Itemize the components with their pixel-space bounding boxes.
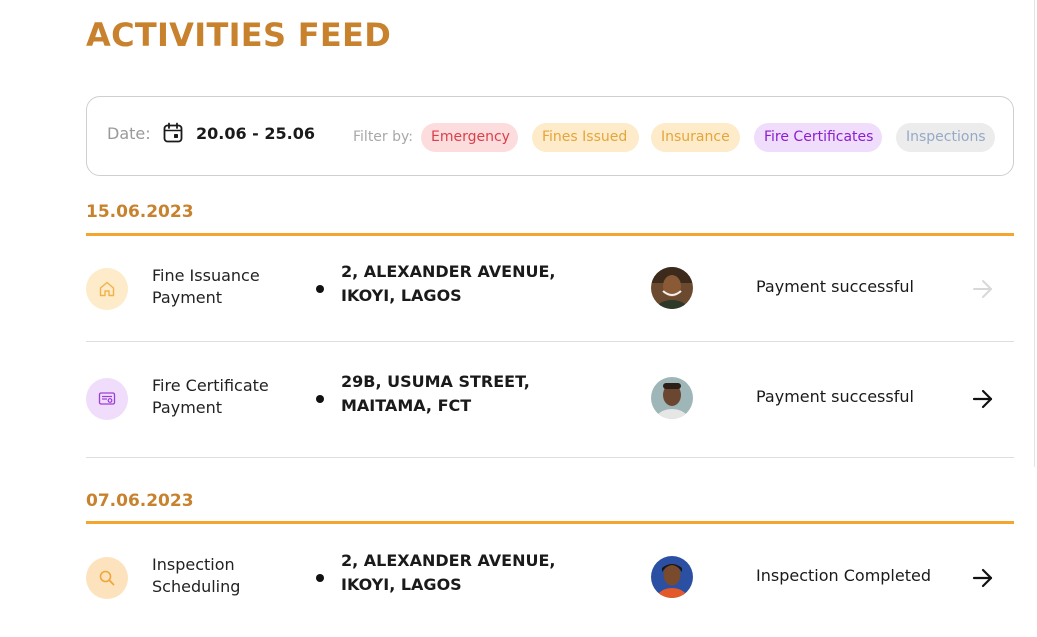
avatar <box>651 267 693 309</box>
activity-status: Payment successful <box>756 277 914 296</box>
bullet-dot <box>316 285 324 293</box>
avatar <box>651 556 693 598</box>
arrow-right-icon[interactable] <box>970 276 996 302</box>
activity-status: Inspection Completed <box>756 566 931 585</box>
activity-title: Fire Certificate Payment <box>152 376 269 417</box>
arrow-right-icon[interactable] <box>970 386 996 412</box>
date-range[interactable]: 20.06 - 25.06 <box>196 124 315 143</box>
search-icon <box>86 557 128 599</box>
filter-chip-inspections[interactable]: Inspections <box>896 123 995 152</box>
section-divider <box>86 521 1014 524</box>
filter-label: Filter by: <box>353 129 413 145</box>
filter-bar: Date: 20.06 - 25.06 Filter by: Emergency… <box>86 96 1014 176</box>
section-divider <box>86 233 1014 236</box>
activity-address: 29B, USUMA STREET, MAITAMA, FCT <box>341 372 530 415</box>
row-divider <box>86 341 1014 342</box>
section-date: 15.06.2023 <box>86 202 194 222</box>
home-icon <box>86 268 128 310</box>
bullet-dot <box>316 574 324 582</box>
activity-status: Payment successful <box>756 387 914 406</box>
activity-address: 2, ALEXANDER AVENUE, IKOYI, LAGOS <box>341 262 556 305</box>
bullet-dot <box>316 395 324 403</box>
activity-title: Fine Issuance Payment <box>152 266 260 307</box>
date-label: Date: <box>107 124 151 143</box>
page-title: ACTIVITIES FEED <box>86 16 392 54</box>
activity-row[interactable]: Fire Certificate Payment 29B, USUMA STRE… <box>86 359 1014 439</box>
filter-chip-emergency[interactable]: Emergency <box>421 123 518 152</box>
filter-chip-insurance[interactable]: Insurance <box>651 123 740 152</box>
activity-title: Inspection Scheduling <box>152 555 241 596</box>
filter-chip-fire-certificates[interactable]: Fire Certificates <box>754 123 882 152</box>
page-edge-divider <box>1034 0 1035 467</box>
calendar-icon[interactable] <box>162 122 184 144</box>
filter-chip-fines-issued[interactable]: Fines Issued <box>532 123 639 152</box>
activity-row[interactable]: Fine Issuance Payment 2, ALEXANDER AVENU… <box>86 249 1014 329</box>
activity-row[interactable]: Inspection Scheduling 2, ALEXANDER AVENU… <box>86 538 1014 618</box>
avatar <box>651 377 693 419</box>
activity-address: 2, ALEXANDER AVENUE, IKOYI, LAGOS <box>341 551 556 594</box>
section-date: 07.06.2023 <box>86 491 194 511</box>
certificate-icon <box>86 378 128 420</box>
row-divider <box>86 457 1014 458</box>
arrow-right-icon[interactable] <box>970 565 996 591</box>
